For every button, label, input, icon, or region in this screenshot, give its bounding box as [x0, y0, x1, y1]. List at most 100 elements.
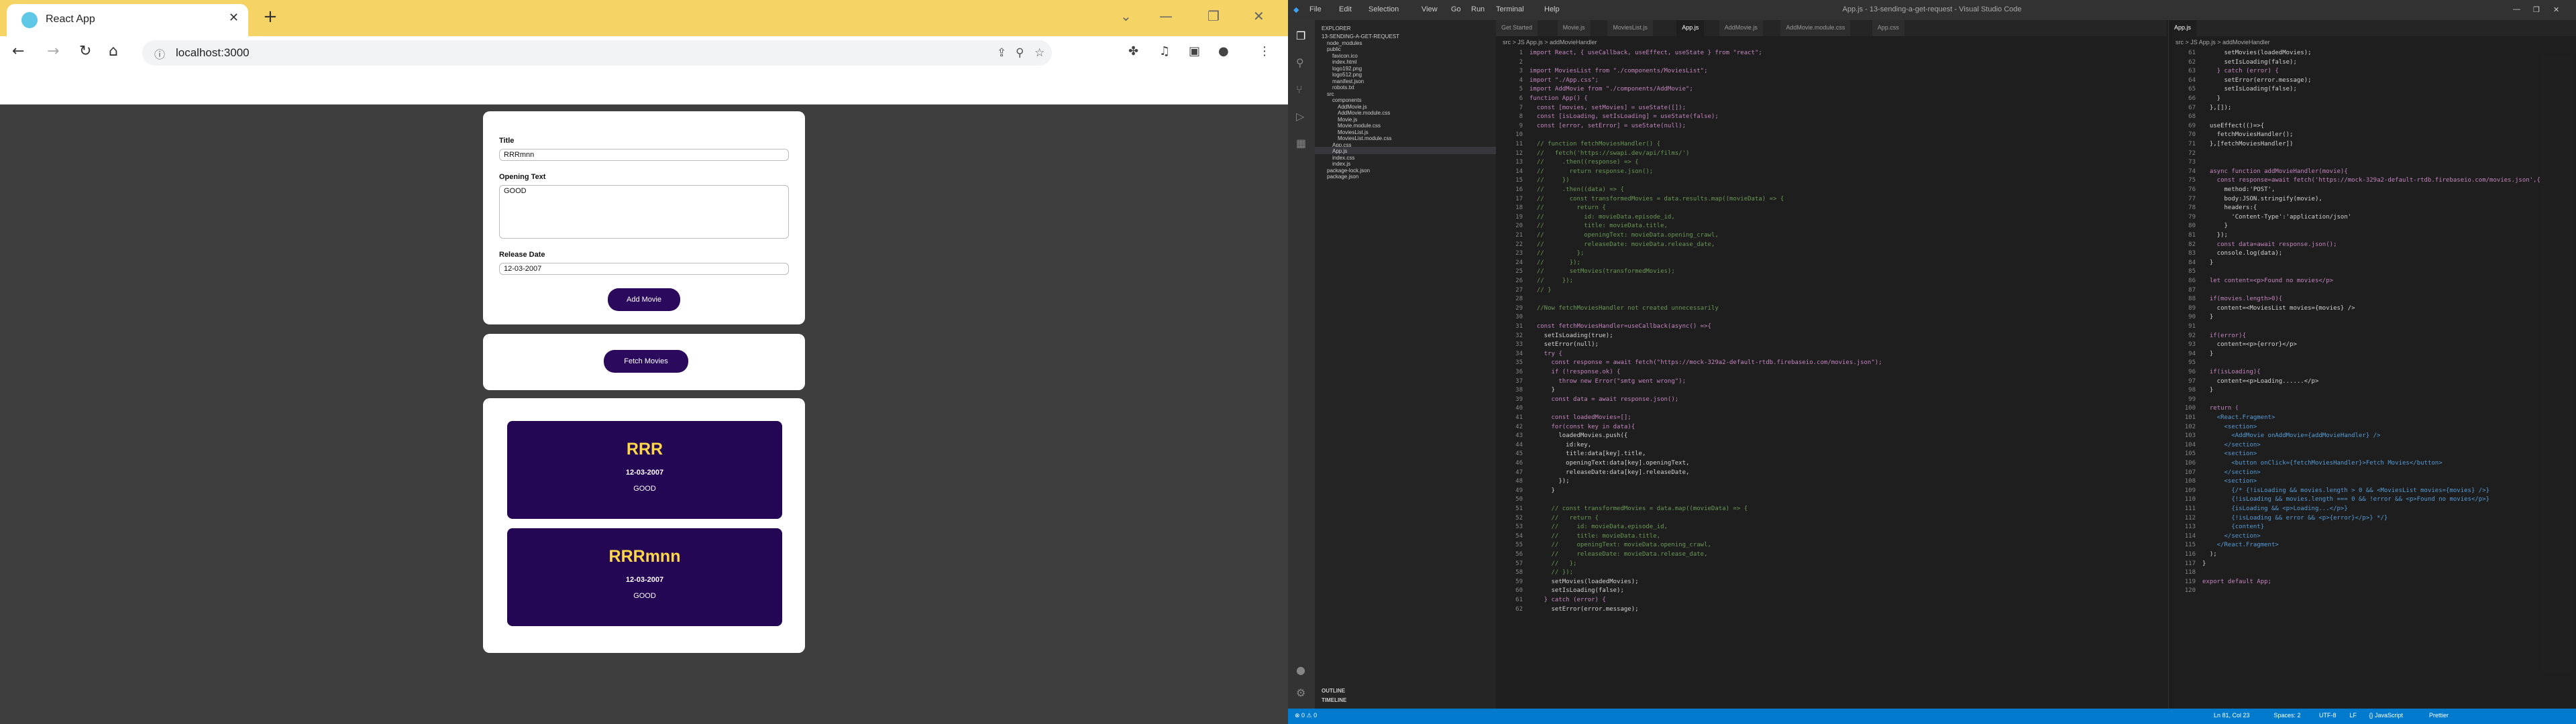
- editor-tab[interactable]: Movie.js: [1557, 20, 1591, 36]
- file-tree-item[interactable]: node_modules: [1327, 40, 1362, 46]
- browser-tab[interactable]: React App ✕: [7, 4, 248, 36]
- code-line[interactable]: async function addMovieHandler(movie){: [2202, 168, 2348, 175]
- code-line[interactable]: // const transformedMovies = data.map((m…: [1529, 505, 1748, 512]
- file-tree-item[interactable]: MoviesList.module.css: [1338, 135, 1391, 141]
- sidepanel-icon[interactable]: ▣: [1189, 44, 1200, 58]
- code-line[interactable]: </section>: [2202, 533, 2261, 540]
- code-line[interactable]: // releaseDate: movieData.release_date,: [1529, 551, 1708, 558]
- code-line[interactable]: setMovies(loadedMovies);: [1529, 579, 1639, 585]
- code-line[interactable]: const [isLoading, setIsLoading] = useSta…: [1529, 113, 1719, 120]
- file-tree-item[interactable]: robots.txt: [1332, 84, 1354, 90]
- code-line[interactable]: // title: movieData.title,: [1529, 223, 1668, 229]
- extensions-icon[interactable]: ✤: [1128, 44, 1138, 58]
- close-tab-icon[interactable]: ✕: [229, 11, 239, 25]
- file-tree-item[interactable]: favicon.ico: [1332, 53, 1358, 59]
- code-line[interactable]: releaseDate:data[key].releaseDate,: [1529, 469, 1689, 476]
- code-line[interactable]: <React.Fragment>: [2202, 414, 2275, 421]
- code-line[interactable]: import MoviesList from "./components/Mov…: [1529, 68, 1708, 74]
- info-icon[interactable]: ⓘ: [154, 46, 165, 62]
- code-line[interactable]: useEffect(()=>{: [2202, 123, 2264, 129]
- code-line[interactable]: // return response.json();: [1529, 168, 1653, 175]
- code-line[interactable]: // function fetchMoviesHandler() {: [1529, 141, 1660, 147]
- code-line[interactable]: const data=await response.json();: [2202, 241, 2337, 248]
- code-line[interactable]: import "./App.css";: [1529, 77, 1599, 84]
- code-line[interactable]: // .then((data) => {: [1529, 186, 1624, 193]
- code-line[interactable]: // fetch('https://swapi.dev/api/films/'): [1529, 150, 1690, 157]
- code-line[interactable]: try {: [1529, 351, 1562, 357]
- code-line[interactable]: // });: [1529, 569, 1574, 576]
- back-icon[interactable]: ←: [12, 43, 24, 60]
- file-tree-item[interactable]: src: [1327, 91, 1334, 97]
- file-tree-item[interactable]: package.json: [1327, 174, 1358, 180]
- code-line[interactable]: }: [2202, 95, 2220, 102]
- file-tree-item[interactable]: index.css: [1332, 155, 1354, 161]
- editor-tab[interactable]: App.css: [1872, 20, 1905, 36]
- code-line[interactable]: // }: [1529, 287, 1552, 294]
- home-icon[interactable]: ⌂: [109, 43, 118, 60]
- title-input[interactable]: RRRmnn: [499, 149, 789, 161]
- code-line[interactable]: </section>: [2202, 469, 2261, 476]
- code-line[interactable]: <section>: [2202, 478, 2257, 485]
- zoom-icon[interactable]: ⚲: [1016, 46, 1024, 60]
- code-line[interactable]: }: [2202, 387, 2213, 394]
- code-line[interactable]: });: [1529, 478, 1569, 485]
- problems-status[interactable]: ⊗ 0 ⚠ 0: [1295, 712, 1317, 719]
- code-line[interactable]: id:key,: [1529, 442, 1591, 448]
- code-line[interactable]: const data = await response.json();: [1529, 396, 1679, 403]
- code-line[interactable]: );: [2202, 551, 2217, 558]
- source-control-icon[interactable]: ⑂: [1296, 83, 1303, 96]
- code-line[interactable]: setError(error.message);: [1529, 606, 1639, 613]
- code-line[interactable]: // openingText: movieData.opening_crawl,: [1529, 232, 1719, 239]
- code-line[interactable]: setIsLoading(false);: [2202, 86, 2297, 93]
- code-line[interactable]: openingText:data[key].openingText,: [1529, 460, 1689, 467]
- file-tree-item[interactable]: components: [1332, 97, 1362, 103]
- code-line[interactable]: <AddMovie onAddMovie={addMovieHandler} /…: [2202, 432, 2380, 439]
- code-line[interactable]: fetchMoviesHandler();: [2202, 131, 2294, 138]
- gear-icon[interactable]: ⚙: [1296, 686, 1305, 699]
- code-line[interactable]: } catch (error) {: [2202, 68, 2279, 74]
- window-close-icon[interactable]: ✕: [1253, 8, 1265, 24]
- status-item[interactable]: Ln 81, Col 23: [2214, 712, 2250, 719]
- media-icon[interactable]: ♫: [1159, 44, 1170, 58]
- minimap[interactable]: [2540, 55, 2573, 672]
- code-line[interactable]: throw new Error("smtg went wrong");: [1529, 378, 1686, 385]
- code-line[interactable]: title:data[key].title,: [1529, 450, 1646, 457]
- code-line[interactable]: // .then((response) => {: [1529, 159, 1639, 166]
- code-line[interactable]: const [error, setError] = useState(null)…: [1529, 123, 1686, 129]
- editor-tab[interactable]: Get Started: [1496, 20, 1539, 36]
- code-line[interactable]: return (: [2202, 405, 2239, 412]
- outline-panel[interactable]: OUTLINE: [1322, 688, 1345, 694]
- code-line[interactable]: let content=<p>Found no movies</p>: [2202, 278, 2333, 284]
- code-line[interactable]: // releaseDate: movieData.release_date,: [1529, 241, 1715, 248]
- file-tree-item[interactable]: logo192.png: [1332, 66, 1362, 72]
- code-line[interactable]: if(isLoading){: [2202, 369, 2261, 375]
- code-line[interactable]: loadedMovies.push({: [1529, 432, 1627, 439]
- code-line[interactable]: }: [1529, 387, 1555, 394]
- code-line[interactable]: // const transformedMovies = data.result…: [1529, 196, 1784, 202]
- account-icon[interactable]: ●: [1296, 664, 1305, 676]
- window-close-icon[interactable]: ✕: [2553, 5, 2559, 14]
- editor-tab[interactable]: App.js: [2169, 20, 2198, 36]
- code-line[interactable]: <section>: [2202, 424, 2257, 430]
- status-item[interactable]: {} JavaScript: [2369, 712, 2404, 719]
- file-tree-item[interactable]: AddMovie.module.css: [1338, 110, 1390, 116]
- minimize-icon[interactable]: —: [1159, 8, 1173, 24]
- code-line[interactable]: if (!response.ok) {: [1529, 369, 1621, 375]
- code-line[interactable]: },[fetchMoviesHandler]): [2202, 141, 2294, 147]
- status-item[interactable]: Spaces: 2: [2274, 712, 2301, 719]
- extensions-icon[interactable]: ▦: [1296, 137, 1306, 149]
- code-line[interactable]: if(error){: [2202, 333, 2246, 339]
- breadcrumb[interactable]: src > JS App.js > addMovieHandler: [2176, 39, 2270, 46]
- file-tree-item[interactable]: index.html: [1332, 59, 1356, 65]
- code-line[interactable]: setIsLoading(false);: [2202, 59, 2297, 66]
- file-tree-item[interactable]: MoviesList.js: [1338, 129, 1368, 135]
- code-line[interactable]: <button onClick={fetchMoviesHandler}>Fet…: [2202, 460, 2442, 467]
- forward-icon[interactable]: →: [47, 43, 59, 60]
- code-line[interactable]: // return {: [1529, 515, 1599, 522]
- code-line[interactable]: body:JSON.stringify(movie),: [2202, 196, 2322, 202]
- file-tree-item[interactable]: public: [1327, 46, 1341, 52]
- run-debug-icon[interactable]: ▷: [1296, 110, 1304, 123]
- fetch-movies-button[interactable]: Fetch Movies: [604, 350, 688, 373]
- code-line[interactable]: import React, { useCallback, useEffect, …: [1529, 50, 1762, 56]
- code-line[interactable]: console.log(data);: [2202, 250, 2283, 257]
